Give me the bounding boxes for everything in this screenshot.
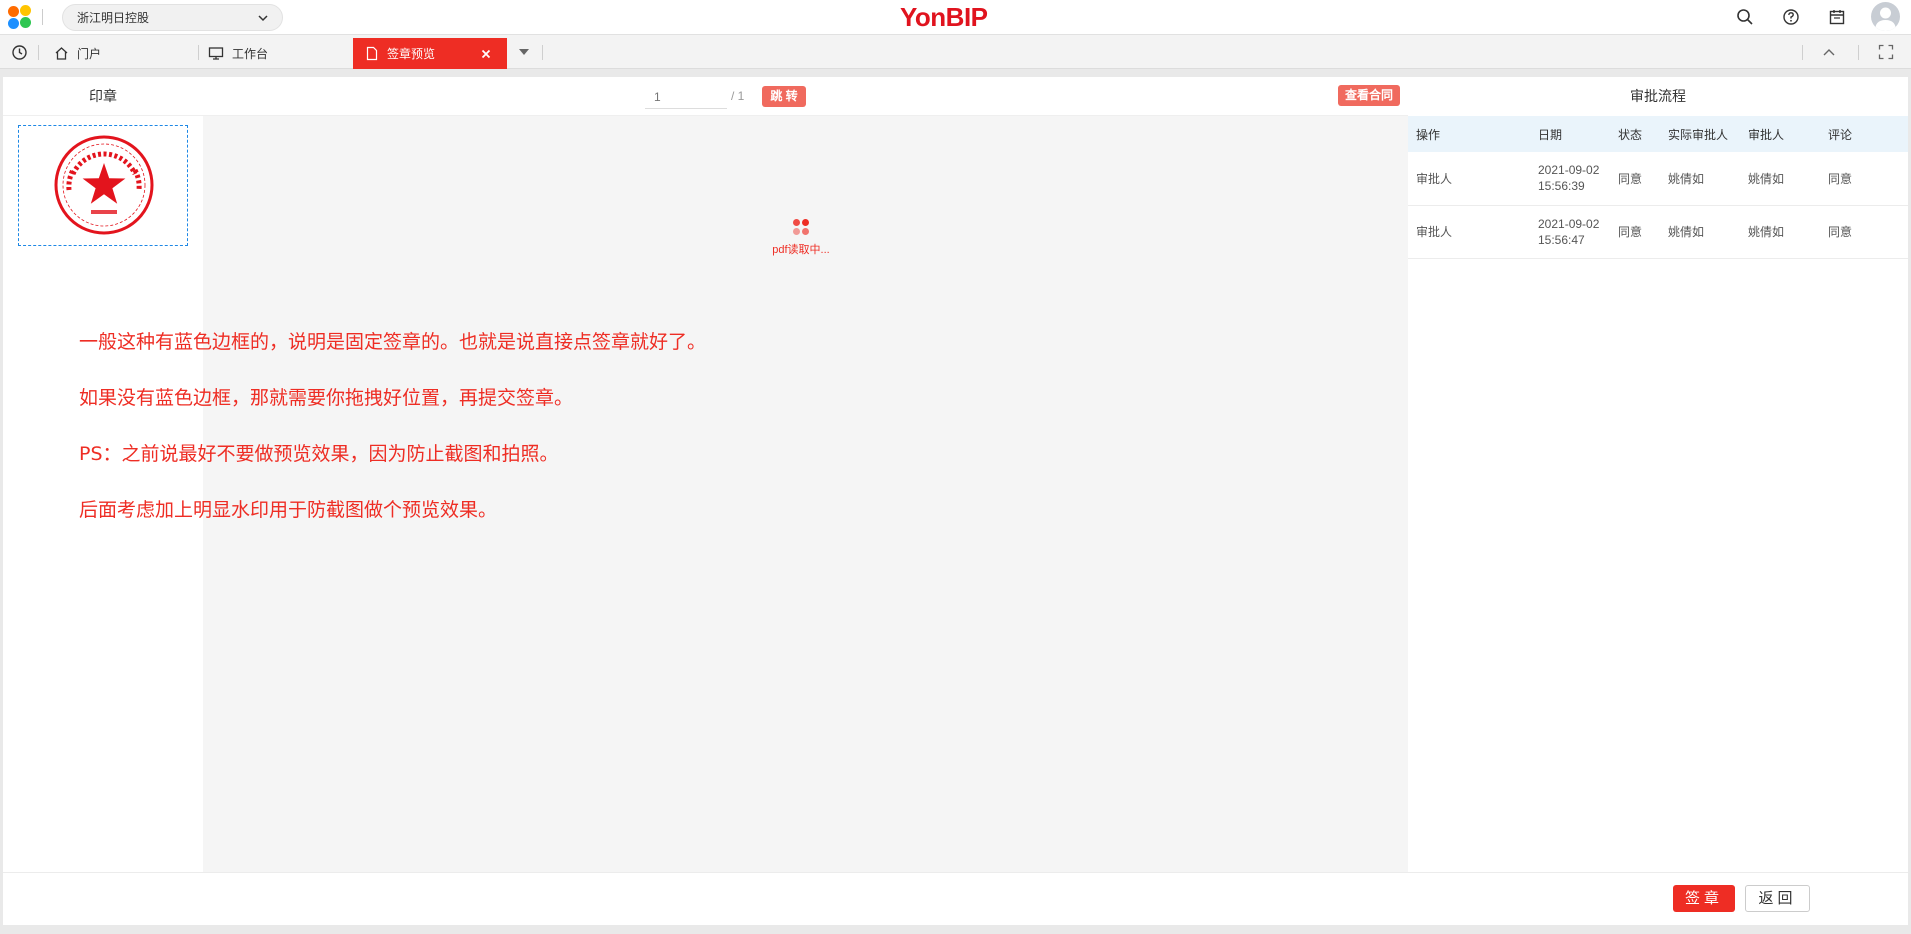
cell-action: 审批人: [1408, 152, 1530, 206]
note-line: 后面考虑加上明显水印用于防截图做个预览效果。: [79, 499, 498, 521]
cell-date-day: 2021-09-02: [1538, 216, 1600, 231]
brand-logo: YonBIP: [900, 2, 988, 32]
chevron-up-icon[interactable]: [1822, 47, 1836, 57]
org-name: 浙江明日控股: [77, 11, 150, 25]
tab-seal-preview[interactable]: 签章预览: [353, 38, 507, 69]
column-header: 实际审批人: [1660, 116, 1740, 152]
company-seal-icon: [54, 135, 154, 235]
approval-flow-panel: 审批流程 操作 日期 状态 实际审批人 审批人 评论 审批人 2021-09-0…: [1408, 77, 1908, 872]
cell-action: 审批人: [1408, 205, 1530, 259]
annotation-notes: 一般这种有蓝色边框的，说明是固定签章的。也就是说直接点签章就好了。 如果没有蓝色…: [79, 327, 879, 551]
tab-workbench[interactable]: 工作台: [208, 38, 268, 69]
main-panel: 印章 / 1 跳 转 查看合同: [3, 77, 1908, 872]
loading-text: pdf读取中...: [772, 244, 830, 256]
app-logo-icon[interactable]: [8, 5, 34, 31]
cell-date-day: 2021-09-02: [1538, 163, 1600, 178]
cell-comment: 同意: [1820, 152, 1908, 206]
cell-comment: 同意: [1820, 205, 1908, 259]
page-total: / 1: [731, 89, 745, 103]
column-header: 状态: [1610, 116, 1660, 152]
help-icon[interactable]: [1781, 7, 1801, 27]
footer-bar: 签章 返回: [3, 872, 1908, 925]
cell-approver: 姚倩如: [1740, 205, 1820, 259]
tab-bar: 门户 工作台 签章预览: [0, 34, 1911, 69]
cell-date: 2021-09-02 15:56:39: [1530, 152, 1610, 206]
cell-date-time: 15:56:39: [1538, 179, 1585, 194]
back-button[interactable]: 返回: [1745, 885, 1810, 912]
avatar[interactable]: [1871, 2, 1900, 31]
search-icon[interactable]: [1735, 7, 1755, 27]
divider: [1858, 45, 1859, 60]
column-header: 日期: [1530, 116, 1610, 152]
divider: [198, 45, 199, 60]
note-line: PS：之前说最好不要做预览效果，因为防止截图和拍照。: [79, 443, 559, 465]
divider: [1802, 45, 1803, 60]
tabs-dropdown-icon[interactable]: [518, 48, 530, 56]
cell-date-time: 15:56:47: [1538, 232, 1585, 247]
home-icon: [55, 47, 68, 60]
history-icon[interactable]: [11, 44, 28, 61]
top-bar: 浙江明日控股 YonBIP: [0, 0, 1911, 34]
viewer-toolbar: / 1 跳 转 查看合同: [203, 77, 1408, 116]
note-line: 一般这种有蓝色边框的，说明是固定签章的。也就是说直接点签章就好了。: [79, 331, 707, 353]
calendar-icon[interactable]: [1827, 7, 1847, 27]
sign-button[interactable]: 签章: [1673, 885, 1735, 912]
chevron-down-icon: [258, 15, 268, 22]
seal-item[interactable]: [18, 125, 188, 246]
cell-status: 同意: [1610, 152, 1660, 206]
fullscreen-icon[interactable]: [1878, 44, 1894, 60]
tab-label: 签章预览: [387, 47, 436, 61]
cell-status: 同意: [1610, 205, 1660, 259]
approval-title: 审批流程: [1630, 88, 1686, 104]
table-row: 审批人 2021-09-02 15:56:47 同意 姚倩如 姚倩如 同意: [1408, 205, 1908, 259]
cell-actual-approver: 姚倩如: [1660, 205, 1740, 259]
seal-panel-title: 印章: [3, 77, 203, 116]
note-line: 如果没有蓝色边框，那就需要你拖拽好位置，再提交签章。: [79, 387, 574, 409]
divider: [42, 9, 43, 25]
column-header: 评论: [1820, 116, 1908, 152]
divider: [38, 45, 39, 60]
column-header: 审批人: [1740, 116, 1820, 152]
table-header-row: 操作 日期 状态 实际审批人 审批人 评论: [1408, 116, 1908, 152]
divider: [542, 45, 543, 60]
view-contract-button[interactable]: 查看合同: [1338, 85, 1400, 106]
approval-table: 操作 日期 状态 实际审批人 审批人 评论 审批人 2021-09-02 15:5…: [1408, 116, 1908, 259]
column-header: 操作: [1408, 116, 1530, 152]
document-icon: [366, 46, 378, 61]
cell-actual-approver: 姚倩如: [1660, 152, 1740, 206]
tab-portal[interactable]: 门户: [54, 38, 101, 69]
org-selector[interactable]: 浙江明日控股: [62, 4, 283, 31]
cell-approver: 姚倩如: [1740, 152, 1820, 206]
cell-date: 2021-09-02 15:56:47: [1530, 205, 1610, 259]
tab-label: 工作台: [232, 47, 269, 61]
page-number-input[interactable]: [645, 85, 727, 109]
jump-button[interactable]: 跳 转: [762, 86, 806, 107]
table-row: 审批人 2021-09-02 15:56:39 同意 姚倩如 姚倩如 同意: [1408, 152, 1908, 206]
loading-spinner-icon: [790, 217, 812, 237]
loading-indicator: pdf读取中...: [756, 217, 846, 257]
tab-label: 门户: [77, 47, 102, 61]
monitor-icon: [208, 47, 224, 60]
close-icon[interactable]: [481, 49, 491, 59]
